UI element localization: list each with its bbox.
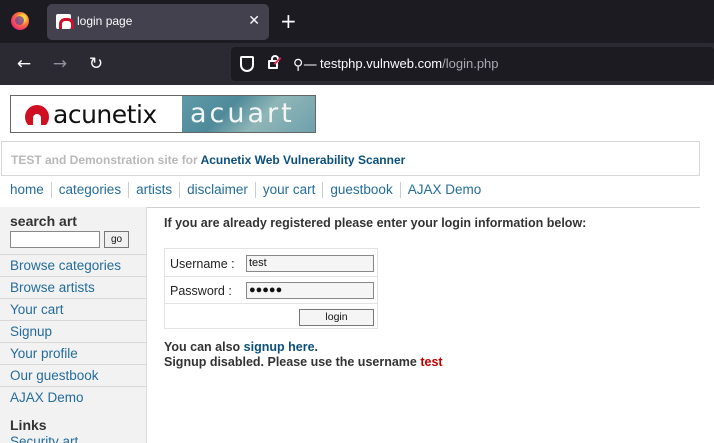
sidebar-item-browse-artists[interactable]: Browse artists — [0, 276, 147, 298]
nav-home[interactable]: home — [10, 182, 51, 198]
sidebar-item-browse-categories[interactable]: Browse categories — [0, 254, 147, 276]
url-text[interactable]: testphp.vulnweb.com/login.php — [320, 56, 499, 71]
reload-icon[interactable]: ↻ — [84, 52, 108, 76]
sidebar-item-our-guestbook[interactable]: Our guestbook — [0, 364, 147, 386]
forward-arrow-icon[interactable]: → — [48, 52, 72, 76]
tab-login-page[interactable]: login page ✕ — [47, 4, 269, 40]
acunetix-mark-icon — [25, 105, 49, 125]
acuart-logo-text: acuart — [190, 98, 295, 129]
form-divider — [165, 303, 377, 304]
tagline: TEST and Demonstration site for Acunetix… — [11, 153, 406, 167]
back-arrow-icon[interactable]: ← — [12, 52, 36, 76]
divider — [146, 207, 700, 208]
browser-nav-bar: ← → ↻ ⚲— testphp.vulnweb.com/login.php — [0, 43, 714, 85]
sidebar-item-your-profile[interactable]: Your profile — [0, 342, 147, 364]
sidebar-menu: Browse categories Browse artists Your ca… — [0, 254, 147, 408]
nav-categories[interactable]: categories — [50, 182, 128, 198]
nav-artists[interactable]: artists — [128, 182, 179, 198]
username-field[interactable]: test — [246, 255, 374, 272]
go-button[interactable]: go — [104, 231, 129, 248]
nav-your-cart[interactable]: your cart — [254, 182, 323, 198]
login-button[interactable]: login — [299, 309, 374, 326]
acunetix-logo-text: acunetix — [53, 100, 157, 129]
form-divider — [165, 276, 377, 277]
address-bar[interactable]: ⚲— testphp.vulnweb.com/login.php — [231, 47, 714, 81]
sidebar: search art go Browse categories Browse a… — [0, 207, 147, 443]
signup-disabled-text: Signup disabled. Please use the username… — [164, 355, 443, 369]
sidebar-item-signup[interactable]: Signup — [0, 320, 147, 342]
sidebar-link-security-art[interactable]: Security art — [10, 434, 78, 443]
signup-link[interactable]: signup here — [244, 340, 315, 354]
tracking-shield-icon[interactable] — [240, 56, 254, 72]
nav-ajax-demo[interactable]: AJAX Demo — [399, 182, 489, 198]
browser-tab-bar: login page ✕ + — [0, 0, 714, 43]
password-field[interactable]: ●●●●● — [246, 282, 374, 299]
site-favicon-icon — [56, 14, 74, 29]
acuart-banner: acuart — [182, 96, 315, 132]
username-label: Username : — [170, 257, 235, 271]
sidebar-item-your-cart[interactable]: Your cart — [0, 298, 147, 320]
test-username: test — [420, 355, 443, 369]
login-form: Username : test Password : ●●●●● login — [164, 248, 378, 329]
scanner-link[interactable]: Acunetix Web Vulnerability Scanner — [201, 153, 406, 167]
top-navigation: home categories artists disclaimer your … — [10, 180, 488, 200]
nav-guestbook[interactable]: guestbook — [322, 182, 399, 198]
page-content: acunetix acuart TEST and Demonstration s… — [0, 85, 714, 443]
site-logo[interactable]: acunetix acuart — [10, 95, 316, 133]
nav-disclaimer[interactable]: disclaimer — [179, 182, 255, 198]
password-label: Password : — [170, 284, 232, 298]
tagline-bar: TEST and Demonstration site for Acunetix… — [1, 141, 700, 176]
login-section: If you are already registered please ent… — [164, 216, 700, 369]
insecure-lock-icon[interactable] — [268, 55, 279, 69]
search-input[interactable] — [10, 231, 100, 248]
key-icon[interactable]: ⚲— — [293, 57, 317, 73]
links-title: Links — [10, 417, 47, 433]
new-tab-icon[interactable]: + — [280, 9, 297, 33]
tab-title: login page — [77, 14, 133, 28]
login-intro: If you are already registered please ent… — [164, 216, 587, 230]
close-icon[interactable]: ✕ — [248, 12, 260, 30]
search-art-title: search art — [10, 213, 77, 229]
signup-text: You can also signup here. — [164, 340, 318, 354]
acunetix-logo: acunetix — [11, 96, 182, 132]
firefox-icon[interactable] — [11, 12, 29, 30]
sidebar-item-ajax-demo[interactable]: AJAX Demo — [0, 386, 147, 408]
